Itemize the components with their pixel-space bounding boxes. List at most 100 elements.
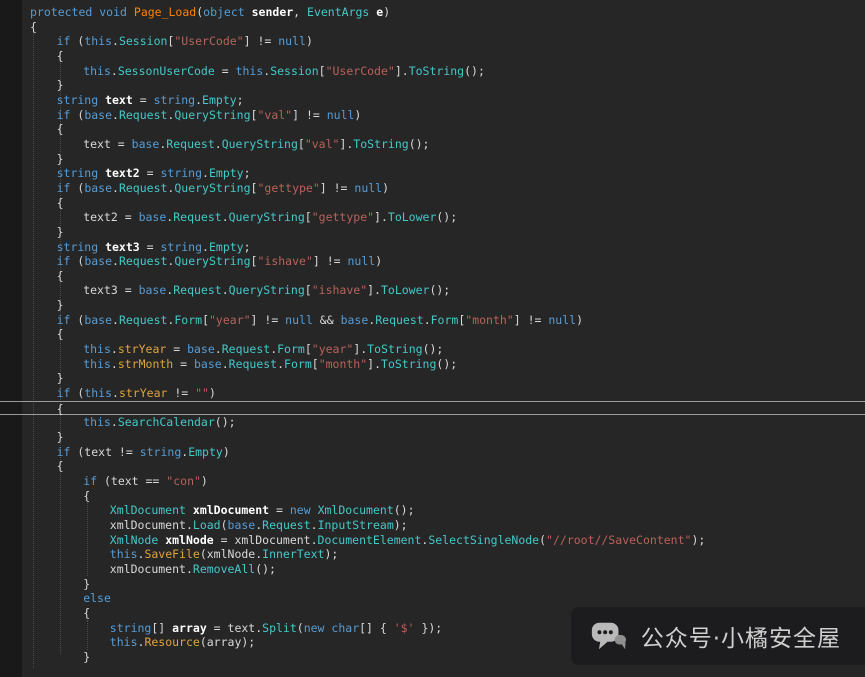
code-token: string <box>140 445 182 459</box>
code-token: . <box>112 254 119 268</box>
code-line[interactable]: { <box>0 49 865 64</box>
code-token: this <box>83 342 111 356</box>
code-line[interactable]: if (this.strYear != "") <box>0 386 865 401</box>
code-line[interactable]: if (base.Request.QueryString["gettype"] … <box>0 181 865 196</box>
code-token: "ishave" <box>257 254 312 268</box>
code-token: . <box>195 93 202 107</box>
code-line[interactable]: if (this.Session["UserCode"] != null) <box>0 34 865 49</box>
code-token: SaveFile <box>144 547 199 561</box>
code-line[interactable]: this.strMonth = base.Request.Form["month… <box>0 357 865 372</box>
code-token: ; <box>244 166 251 180</box>
code-token: { <box>57 402 64 416</box>
code-line[interactable]: xmlDocument.RemoveAll(); <box>0 562 865 577</box>
code-token: base <box>341 313 369 327</box>
code-token: ] != <box>514 313 549 327</box>
code-token: "//root//SaveContent" <box>546 533 691 547</box>
code-token: EventArgs <box>307 5 369 19</box>
code-token: "ishave" <box>312 283 367 297</box>
code-token: (text == <box>97 474 166 488</box>
code-token: QueryString <box>174 181 250 195</box>
code-line[interactable]: text3 = base.Request.QueryString["ishave… <box>0 283 865 298</box>
code-token: ToString <box>367 342 422 356</box>
code-token: Request <box>119 181 167 195</box>
code-token: Session <box>270 64 318 78</box>
code-token: ) <box>306 34 313 48</box>
code-token: xmlDocument <box>193 503 269 517</box>
code-token: base <box>132 137 160 151</box>
code-line[interactable]: string text3 = string.Empty; <box>0 240 865 255</box>
code-token: ( <box>221 518 228 532</box>
code-line[interactable]: { <box>0 20 865 35</box>
code-line[interactable]: string text = string.Empty; <box>0 93 865 108</box>
code-token: ]. <box>367 357 381 371</box>
code-token: (); <box>394 503 415 517</box>
code-token: string <box>160 240 202 254</box>
code-token: Empty <box>209 240 244 254</box>
code-line[interactable]: text = base.Request.QueryString["val"].T… <box>0 137 865 152</box>
code-token: this <box>84 34 112 48</box>
code-line[interactable]: this.SessonUserCode = this.Session["User… <box>0 64 865 79</box>
code-token: != <box>167 386 195 400</box>
code-line[interactable]: if (base.Request.Form["year"] != null &&… <box>0 313 865 328</box>
code-line[interactable]: if (text != string.Empty) <box>0 445 865 460</box>
code-token: { <box>57 196 64 210</box>
code-line[interactable]: if (text == "con") <box>0 474 865 489</box>
code-token: { <box>57 327 64 341</box>
code-line[interactable]: { <box>0 196 865 211</box>
code-line[interactable]: } <box>0 298 865 313</box>
code-line[interactable]: XmlDocument xmlDocument = new XmlDocumen… <box>0 503 865 518</box>
code-token: } <box>83 577 90 591</box>
code-line[interactable]: { <box>0 459 865 474</box>
code-token: QueryString <box>222 137 298 151</box>
code-line[interactable]: } <box>0 371 865 386</box>
code-line-current[interactable]: { <box>0 401 865 416</box>
code-token: ) <box>382 181 389 195</box>
code-token: base <box>84 254 112 268</box>
chat-bubbles-icon <box>589 617 627 655</box>
code-token: { <box>83 489 90 503</box>
code-line[interactable]: } <box>0 225 865 240</box>
code-line[interactable]: XmlNode xmlNode = xmlDocument.DocumentEl… <box>0 533 865 548</box>
code-line[interactable]: if (base.Request.QueryString["ishave"] !… <box>0 254 865 269</box>
code-token: DocumentElement <box>318 533 422 547</box>
code-line[interactable]: } <box>0 430 865 445</box>
code-token: ( <box>70 181 84 195</box>
code-line[interactable]: this.SearchCalendar(); <box>0 415 865 430</box>
code-token: . <box>112 386 119 400</box>
code-line[interactable]: } <box>0 78 865 93</box>
code-token: base <box>139 210 167 224</box>
code-token: null <box>327 108 355 122</box>
code-token: this <box>83 415 111 429</box>
code-token: ToString <box>409 64 464 78</box>
code-line[interactable]: if (base.Request.QueryString["val"] != n… <box>0 108 865 123</box>
code-line[interactable]: { <box>0 269 865 284</box>
code-line[interactable]: } <box>0 577 865 592</box>
code-line[interactable]: { <box>0 489 865 504</box>
code-token: } <box>57 78 64 92</box>
code-token: if <box>57 181 71 195</box>
code-line[interactable]: xmlDocument.Load(base.Request.InputStrea… <box>0 518 865 533</box>
code-line[interactable]: this.strYear = base.Request.Form["year"]… <box>0 342 865 357</box>
code-token: strYear <box>119 386 167 400</box>
code-line[interactable]: text2 = base.Request.QueryString["gettyp… <box>0 210 865 225</box>
code-token: null <box>278 34 306 48</box>
code-line[interactable]: { <box>0 122 865 137</box>
code-token: if <box>57 34 71 48</box>
code-token: . <box>112 108 119 122</box>
code-token: xmlDocument. <box>110 518 193 532</box>
code-token: Form <box>277 342 305 356</box>
code-token: ( <box>70 254 84 268</box>
code-token: = text. <box>207 621 262 635</box>
code-line[interactable]: protected void Page_Load(object sender, … <box>0 5 865 20</box>
code-token: xmlDocument. <box>110 562 193 576</box>
code-token: Split <box>262 621 297 635</box>
code-line[interactable]: else <box>0 591 865 606</box>
code-line[interactable]: } <box>0 152 865 167</box>
code-line[interactable]: string text2 = string.Empty; <box>0 166 865 181</box>
code-token: if <box>57 386 71 400</box>
code-area[interactable]: protected void Page_Load(object sender, … <box>0 5 865 665</box>
code-line[interactable]: this.SaveFile(xmlNode.InnerText); <box>0 547 865 562</box>
code-line[interactable]: { <box>0 327 865 342</box>
code-token: { <box>57 49 64 63</box>
code-token: string <box>110 621 152 635</box>
